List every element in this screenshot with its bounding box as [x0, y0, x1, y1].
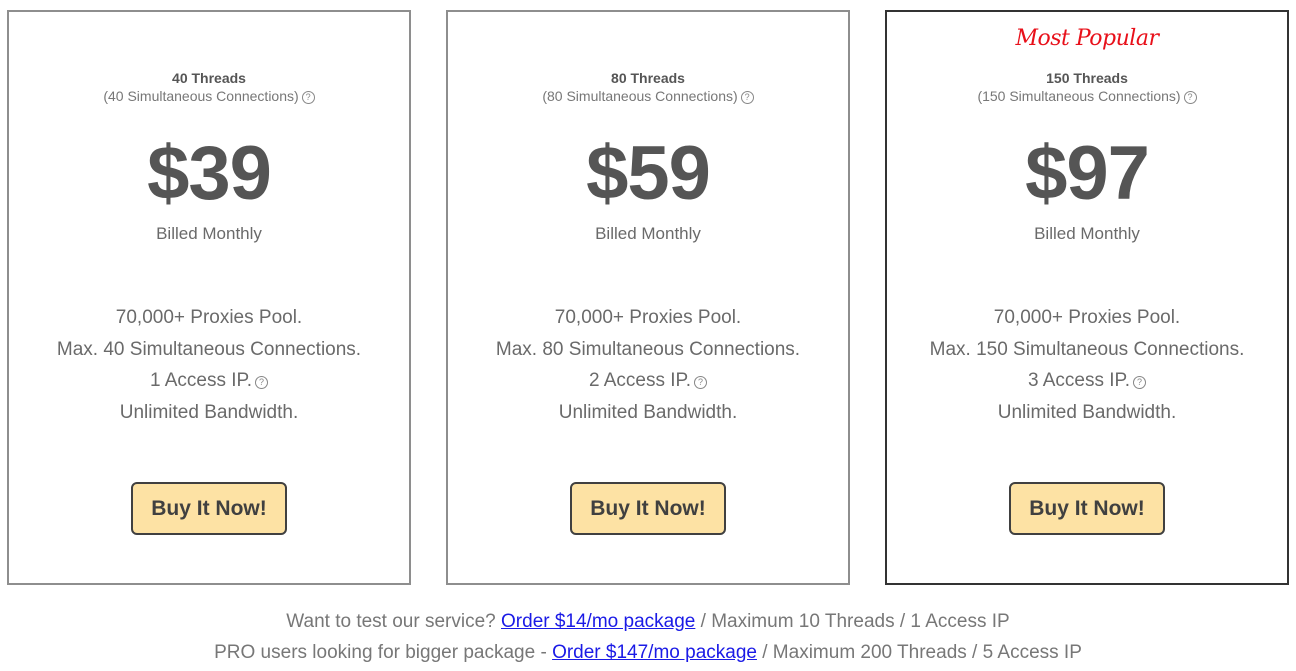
plan-card-150-threads: Most Popular 150 Threads (150 Simultaneo…: [885, 10, 1289, 585]
plan-connections: (40 Simultaneous Connections)?: [9, 88, 409, 104]
help-icon[interactable]: ?: [301, 91, 315, 104]
plan-threads: 40 Threads: [172, 70, 246, 86]
feature-item: 70,000+ Proxies Pool.: [115, 307, 303, 328]
help-icon[interactable]: ?: [694, 376, 708, 389]
plan-price: $59: [586, 131, 711, 216]
plan-connections-text: (80 Simultaneous Connections): [542, 88, 738, 104]
feature-item: Max. 80 Simultaneous Connections.: [495, 338, 801, 360]
plan-card-80-threads: 80 Threads (80 Simultaneous Connections)…: [446, 10, 850, 585]
help-icon[interactable]: ?: [1183, 91, 1197, 104]
billing-period: Billed Monthly: [1034, 224, 1140, 243]
footer-text: / Maximum 10 Threads / 1 Access IP: [695, 611, 1010, 632]
plan-card-40-threads: 40 Threads (40 Simultaneous Connections)…: [7, 10, 411, 585]
billing-period: Billed Monthly: [156, 224, 262, 243]
feature-list: 70,000+ Proxies Pool. Max. 150 Simultane…: [887, 302, 1287, 428]
billing-period: Billed Monthly: [595, 224, 701, 243]
feature-text: 3 Access IP.: [1027, 370, 1131, 391]
feature-item: Max. 40 Simultaneous Connections.: [56, 338, 362, 360]
plan-threads: 150 Threads: [1046, 70, 1128, 86]
feature-item: 2 Access IP.?: [448, 365, 848, 397]
plan-connections: (150 Simultaneous Connections)?: [887, 88, 1287, 104]
feature-text: 1 Access IP.: [149, 370, 253, 391]
feature-item: Unlimited Bandwidth.: [119, 401, 299, 423]
feature-item: Unlimited Bandwidth.: [558, 401, 738, 423]
plan-threads: 80 Threads: [611, 70, 685, 86]
buy-now-button[interactable]: Buy It Now!: [1009, 482, 1165, 535]
footer-pro-line: PRO users looking for bigger package - O…: [0, 642, 1296, 664]
feature-item: 1 Access IP.?: [9, 365, 409, 397]
feature-list: 70,000+ Proxies Pool. Max. 40 Simultaneo…: [9, 302, 409, 428]
most-popular-badge: Most Popular: [1015, 26, 1159, 51]
buy-now-button[interactable]: Buy It Now!: [570, 482, 726, 535]
order-14-link[interactable]: Order $14/mo package: [501, 611, 695, 632]
feature-item: Unlimited Bandwidth.: [997, 401, 1177, 423]
help-icon[interactable]: ?: [740, 91, 754, 104]
plan-connections-text: (150 Simultaneous Connections): [977, 88, 1181, 104]
feature-item: 70,000+ Proxies Pool.: [993, 307, 1181, 328]
help-icon[interactable]: ?: [1133, 376, 1147, 389]
footer-trial-line: Want to test our service? Order $14/mo p…: [0, 611, 1296, 633]
help-icon[interactable]: ?: [255, 376, 269, 389]
plan-connections-text: (40 Simultaneous Connections): [103, 88, 299, 104]
footer-text: PRO users looking for bigger package -: [214, 642, 553, 663]
feature-item: Max. 150 Simultaneous Connections.: [929, 338, 1245, 360]
plan-price: $39: [147, 131, 272, 216]
footer-text: Want to test our service?: [286, 611, 502, 632]
order-147-link[interactable]: Order $147/mo package: [552, 642, 757, 663]
feature-item: 3 Access IP.?: [887, 365, 1287, 397]
feature-text: 2 Access IP.: [588, 370, 692, 391]
feature-item: 70,000+ Proxies Pool.: [554, 307, 742, 328]
plan-price: $97: [1025, 131, 1150, 216]
buy-now-button[interactable]: Buy It Now!: [131, 482, 287, 535]
plan-connections: (80 Simultaneous Connections)?: [448, 88, 848, 104]
feature-list: 70,000+ Proxies Pool. Max. 80 Simultaneo…: [448, 302, 848, 428]
footer-text: / Maximum 200 Threads / 5 Access IP: [756, 642, 1082, 663]
